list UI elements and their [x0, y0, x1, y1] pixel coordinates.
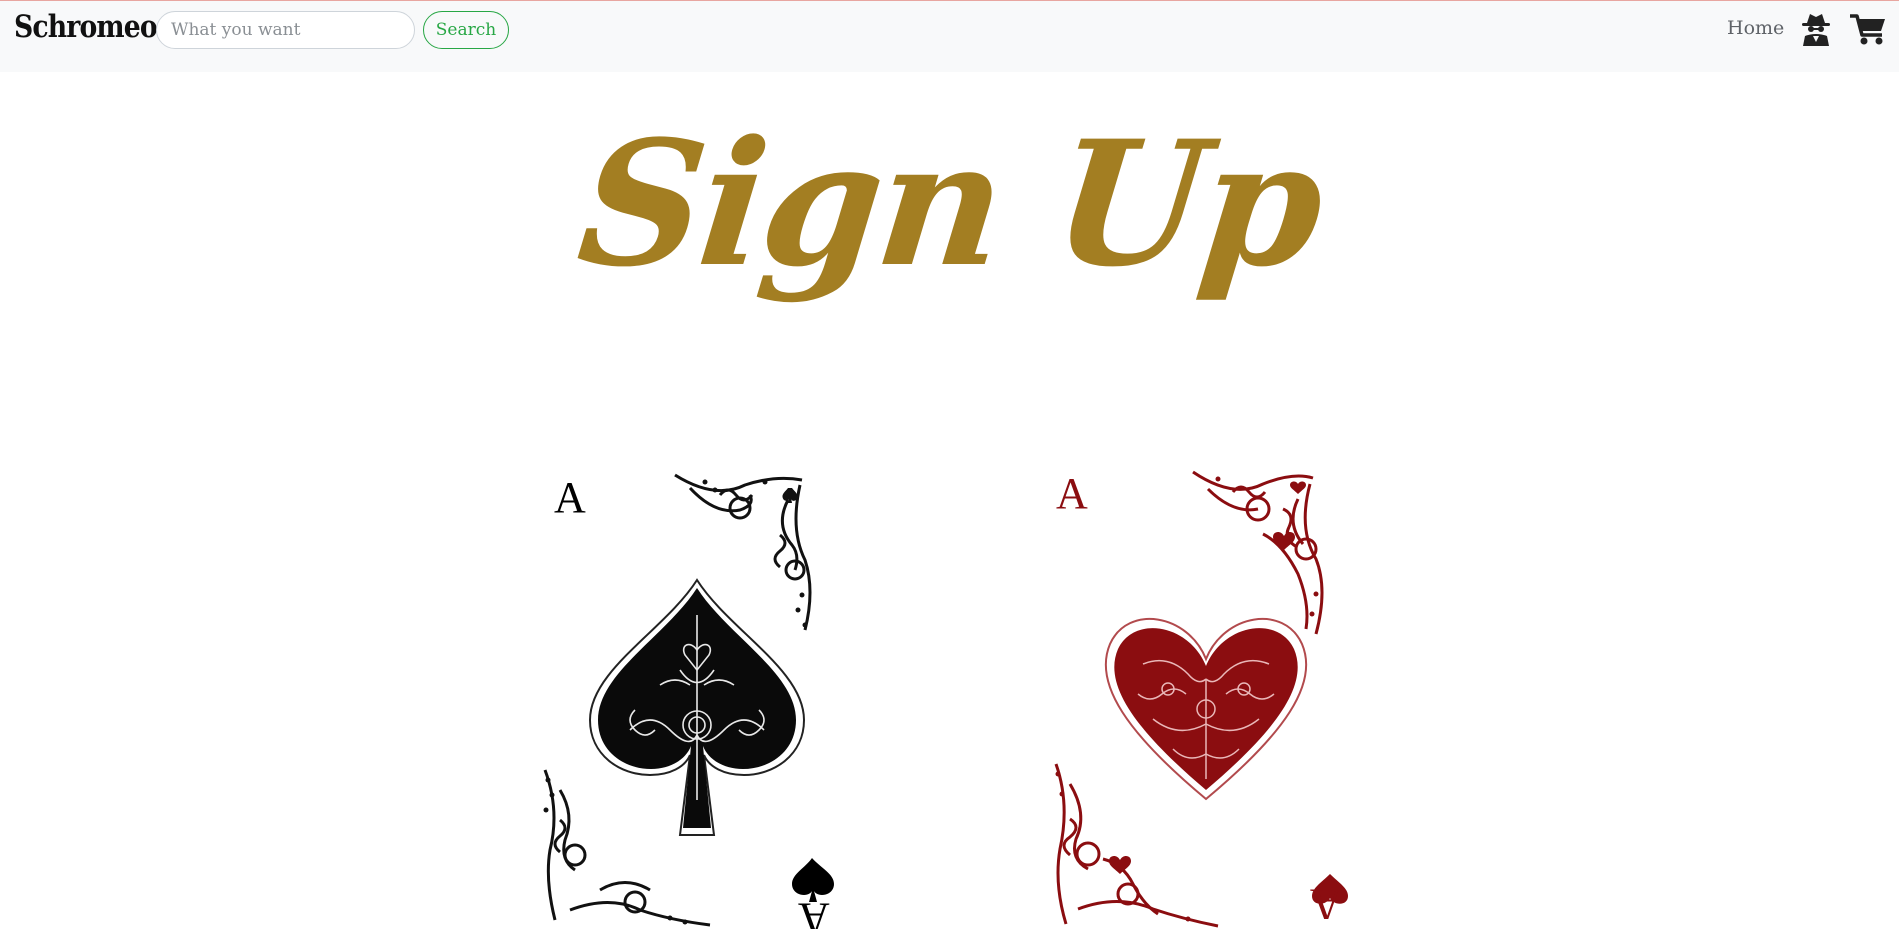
card-rank-inverted: A	[1310, 880, 1342, 929]
search-input[interactable]	[156, 11, 415, 49]
ace-of-hearts-artwork	[1054, 470, 1348, 928]
ace-of-hearts-card: A A	[1048, 464, 1364, 929]
brand-logo[interactable]: Schromeo	[14, 9, 158, 45]
ace-of-spades-card: A A	[540, 470, 854, 929]
card-rank: A	[1056, 469, 1088, 518]
spy-icon[interactable]	[1800, 12, 1832, 46]
card-rank: A	[554, 473, 586, 522]
search-button[interactable]: Search	[423, 11, 509, 49]
shopping-cart-icon[interactable]	[1849, 14, 1887, 46]
page-title: Sign Up	[570, 102, 1329, 305]
card-rank-inverted: A	[798, 894, 830, 929]
nav-link-home[interactable]: Home	[1727, 17, 1784, 39]
navbar: Schromeo Search Home	[0, 0, 1899, 72]
ace-of-spades-artwork	[543, 473, 834, 927]
